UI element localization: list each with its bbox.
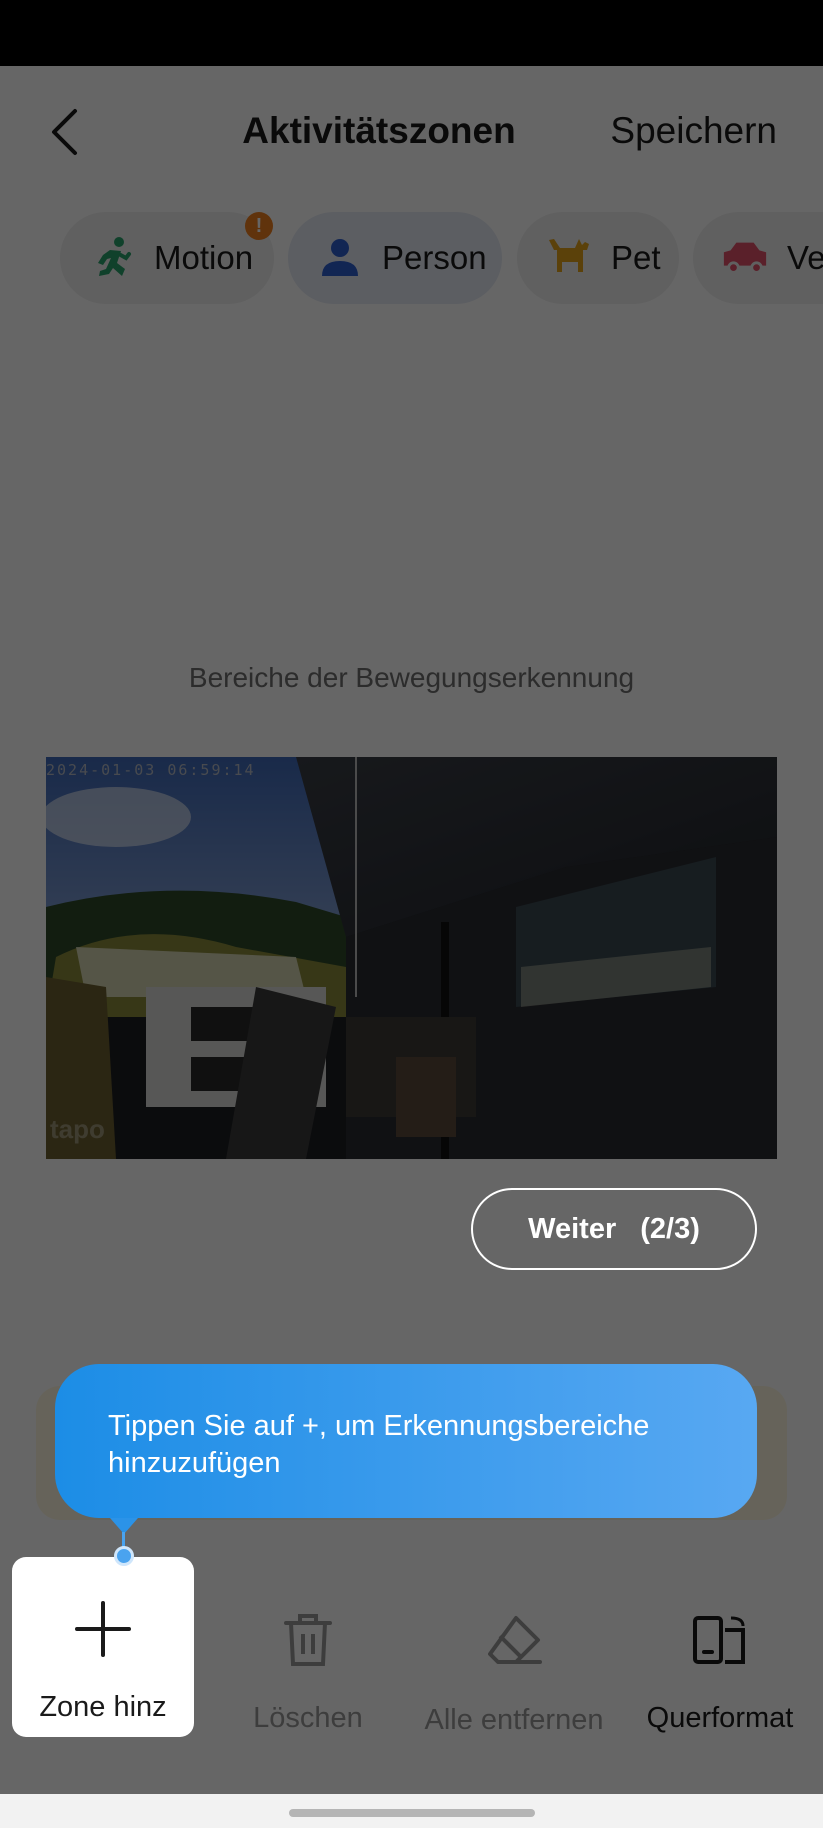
chip-motion-label: Motion <box>154 239 254 276</box>
next-label: Weiter <box>528 1212 617 1245</box>
clear-all-button[interactable]: Alle entfernen <box>424 1578 604 1739</box>
camera-timestamp: 2024-01-03 06:59:14 <box>46 761 256 779</box>
dog-icon <box>545 234 593 282</box>
delete-button[interactable]: Löschen <box>218 1578 398 1735</box>
tutorial-tooltip: Tippen Sie auf +, um Erkennungsbereiche … <box>55 1364 757 1518</box>
person-icon <box>316 234 364 282</box>
add-zone-label: Zone hinz <box>39 1691 167 1723</box>
running-person-icon <box>88 234 136 282</box>
camera-image <box>46 757 777 1159</box>
plus-icon <box>12 1591 194 1667</box>
chip-vehicle-label: Ve <box>787 239 823 276</box>
chip-person-label: Person <box>382 239 487 276</box>
rotate-screen-icon <box>630 1602 810 1678</box>
chip-vehicle[interactable]: Ve <box>693 212 823 304</box>
tooltip-dot <box>114 1546 134 1566</box>
camera-preview[interactable]: 2024-01-03 06:59:14 tapo <box>46 757 777 1159</box>
home-indicator[interactable] <box>289 1809 535 1817</box>
chip-pet[interactable]: Pet <box>517 212 679 304</box>
tour-progress: (2/3) <box>640 1212 700 1245</box>
add-zone-button[interactable]: Zone hinz <box>12 1557 194 1737</box>
chip-pet-label: Pet <box>611 239 661 276</box>
warning-icon: ! <box>245 212 273 240</box>
camera-watermark: tapo <box>50 1114 105 1144</box>
chip-person[interactable]: Person <box>288 212 502 304</box>
chip-motion[interactable]: Motion <box>60 212 274 304</box>
car-icon <box>721 234 769 282</box>
trash-icon <box>218 1602 398 1678</box>
header: Aktivitätszonen Speichern <box>0 66 823 198</box>
detection-area-label: Bereiche der Bewegungserkennung <box>188 662 635 693</box>
next-button[interactable]: Weiter (2/3) <box>471 1188 757 1270</box>
status-bar <box>0 0 823 66</box>
detection-type-chips: Motion ! Person Pet Ve <box>0 212 823 308</box>
landscape-button[interactable]: Querformat <box>630 1578 810 1735</box>
eraser-icon <box>424 1602 604 1678</box>
clear-all-label: Alle entfernen <box>424 1704 604 1736</box>
delete-label: Löschen <box>253 1702 363 1734</box>
landscape-label: Querformat <box>646 1702 794 1734</box>
save-button[interactable]: Speichern <box>610 110 777 152</box>
